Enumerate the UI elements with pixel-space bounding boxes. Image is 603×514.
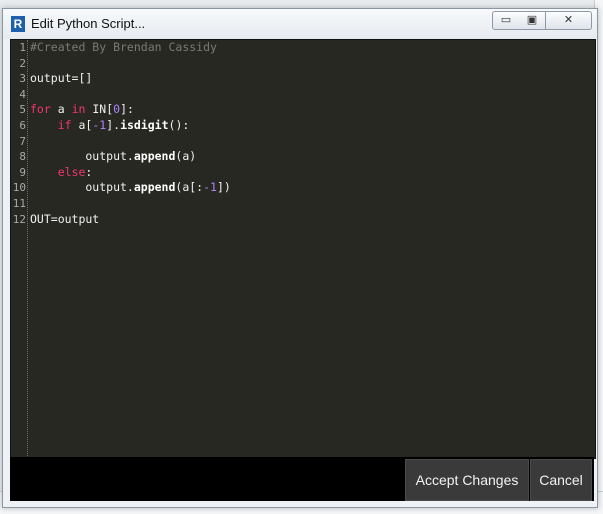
line-number: 1 (19, 41, 26, 54)
line-number: 9 (19, 165, 26, 179)
line-number-gutter: 1 2 3 4 5 6 7 8 9 10 11 12 (11, 40, 28, 458)
code-token: OUT=output (30, 211, 100, 226)
minimize-button[interactable]: ▭ (492, 11, 520, 30)
code-token: : (85, 164, 93, 179)
code-token: (a[: (175, 180, 204, 195)
title-bar[interactable]: R Edit Python Script... ▭ ▣ ✕ (3, 9, 597, 39)
cancel-button[interactable]: Cancel (530, 459, 592, 501)
code-token: isdigit (120, 117, 169, 132)
line-number: 5 (19, 103, 26, 117)
maximize-button[interactable]: ▣ (519, 11, 546, 30)
code-token: ]: (120, 102, 134, 117)
code-token: -1 (92, 117, 107, 132)
code-token: output=[] (30, 71, 93, 86)
code-token: else (57, 164, 86, 179)
line-number: 12 (12, 212, 26, 226)
code-token: (a) (175, 149, 197, 164)
code-token: ]) (216, 180, 231, 195)
accept-changes-button[interactable]: Accept Changes (405, 459, 529, 501)
code-line-6: if a[-1].isdigit(): (30, 118, 595, 134)
code-text[interactable]: #Created By Brendan Cassidy output=[] fo… (30, 40, 595, 227)
code-token: append (133, 149, 176, 164)
code-token: for (30, 102, 51, 117)
line-number: 11 (12, 196, 26, 210)
code-line-8: output.append(a) (30, 149, 595, 165)
code-token: output. (30, 149, 134, 164)
code-token: (): (168, 117, 190, 132)
line-number: 2 (19, 56, 26, 70)
code-line-5: for a in IN[0]: (30, 102, 595, 118)
line-number: 10 (12, 181, 26, 195)
code-line-1: #Created By Brendan Cassidy (30, 40, 595, 56)
code-token: append (133, 180, 176, 195)
code-token: in (71, 102, 86, 117)
code-token: #Created By Brendan Cassidy (30, 40, 217, 54)
line-number: 7 (19, 134, 26, 148)
line-number: 8 (19, 150, 26, 164)
code-token: output. (30, 180, 134, 195)
code-line-12: OUT=output (30, 212, 595, 228)
code-token: if (57, 117, 72, 132)
close-button[interactable]: ✕ (546, 11, 592, 30)
window-title: Edit Python Script... (31, 16, 146, 31)
code-line-3: output=[] (30, 71, 595, 87)
line-number: 4 (19, 87, 26, 101)
code-token: -1 (203, 180, 217, 195)
code-editor[interactable]: 1 2 3 4 5 6 7 8 9 10 11 12 #Created By B… (10, 39, 596, 459)
revit-app-icon: R (11, 16, 25, 32)
code-token: IN[ (85, 102, 114, 117)
code-token: a[ (71, 117, 93, 132)
code-line-10: output.append(a[:-1]) (30, 180, 595, 196)
dialog-footer: Accept Changes Cancel (10, 457, 594, 501)
line-number: 6 (19, 118, 26, 132)
code-line-9: else: (30, 165, 595, 181)
code-token: ]. (106, 117, 121, 132)
code-token: a (50, 102, 72, 117)
edit-python-script-dialog: R Edit Python Script... ▭ ▣ ✕ 1 2 3 4 5 … (2, 8, 598, 508)
line-number: 3 (19, 72, 26, 86)
